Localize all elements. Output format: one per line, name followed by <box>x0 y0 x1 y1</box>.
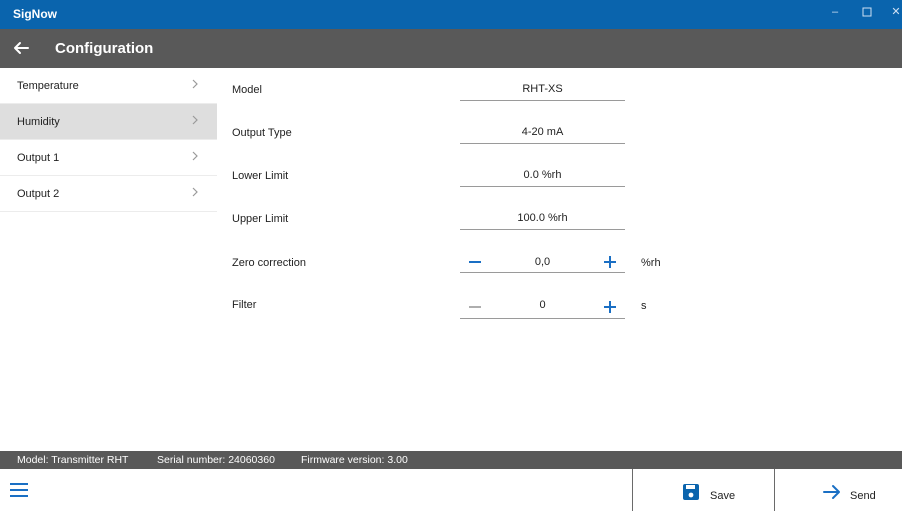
status-firmware: Firmware version: 3.00 <box>301 454 408 466</box>
sidebar-item-humidity[interactable]: Humidity <box>0 104 217 140</box>
increment-icon[interactable] <box>600 252 620 272</box>
page-header: Configuration <box>0 29 902 68</box>
chevron-right-icon <box>192 187 198 197</box>
sidebar-item-label: Output 1 <box>17 152 60 164</box>
lower-limit-label: Lower Limit <box>232 170 289 182</box>
zero-correction-label: Zero correction <box>232 257 306 269</box>
send-label: Send <box>850 490 876 502</box>
filter-value[interactable]: 0 <box>500 299 585 311</box>
chevron-right-icon <box>192 79 198 89</box>
model-label: Model <box>232 84 262 96</box>
zero-correction-unit: %rh <box>641 257 661 269</box>
sidebar: Temperature Humidity Output 1 Output 2 <box>0 68 217 451</box>
title-bar: SigNow – ✕ <box>0 0 902 29</box>
save-button[interactable]: Save <box>632 469 774 511</box>
save-label: Save <box>710 490 736 502</box>
output-type-field[interactable]: 4-20 mA <box>460 122 625 144</box>
chevron-right-icon <box>192 151 198 161</box>
close-icon[interactable]: ✕ <box>890 4 902 20</box>
filter-label: Filter <box>232 299 257 311</box>
decrement-icon[interactable] <box>465 297 485 317</box>
filter-unit: s <box>641 300 647 312</box>
sidebar-item-label: Humidity <box>17 116 60 128</box>
decrement-icon[interactable] <box>465 252 485 272</box>
upper-limit-field[interactable]: 100.0 %rh <box>460 208 625 230</box>
maximize-icon[interactable] <box>857 4 877 20</box>
sidebar-item-output-1[interactable]: Output 1 <box>0 140 217 176</box>
increment-icon[interactable] <box>600 297 620 317</box>
send-button[interactable]: Send <box>774 469 902 511</box>
chevron-right-icon <box>192 115 198 125</box>
minimize-icon[interactable]: – <box>825 4 845 20</box>
lower-limit-field[interactable]: 0.0 %rh <box>460 165 625 187</box>
status-serial: Serial number: 24060360 <box>157 454 275 466</box>
zero-correction-value[interactable]: 0,0 <box>500 256 585 268</box>
upper-limit-label: Upper Limit <box>232 213 289 225</box>
sidebar-item-temperature[interactable]: Temperature <box>0 68 217 104</box>
arrow-right-icon <box>823 485 840 499</box>
sidebar-item-label: Output 2 <box>17 188 60 200</box>
sidebar-item-output-2[interactable]: Output 2 <box>0 176 217 212</box>
status-model: Model: Transmitter RHT <box>17 454 129 466</box>
sidebar-item-label: Temperature <box>17 80 79 92</box>
page-title: Configuration <box>55 40 154 57</box>
output-type-label: Output Type <box>232 127 292 139</box>
save-icon <box>683 484 699 500</box>
model-field[interactable]: RHT-XS <box>460 79 625 101</box>
bottom-bar: Save Send <box>0 469 902 511</box>
status-bar: Model: Transmitter RHT Serial number: 24… <box>0 451 902 469</box>
back-arrow-icon[interactable] <box>12 39 30 57</box>
hamburger-menu-icon[interactable] <box>8 480 30 500</box>
app-title: SigNow <box>13 7 57 21</box>
